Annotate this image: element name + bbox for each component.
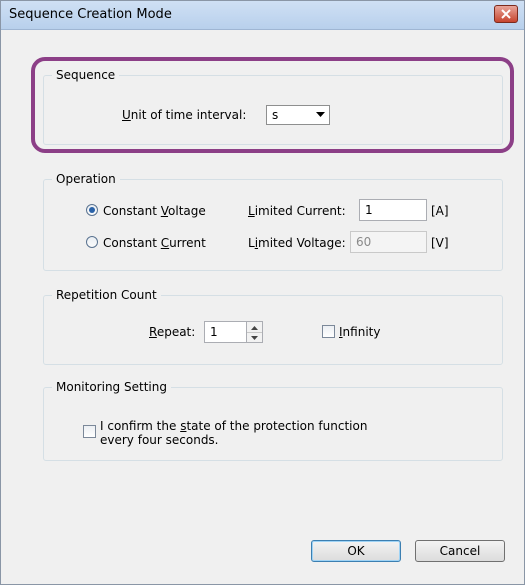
operation-group-title: Operation (52, 172, 120, 186)
title-bar: Sequence Creation Mode (1, 1, 524, 30)
ok-button[interactable]: OK (311, 540, 401, 562)
limited-voltage-label: Limited Voltage: (248, 236, 346, 250)
monitoring-checkbox[interactable] (83, 425, 96, 438)
repetition-group-title: Repetition Count (52, 288, 161, 302)
infinity-label[interactable]: Infinity (339, 325, 380, 339)
monitoring-label-line1[interactable]: I confirm the state of the protection fu… (100, 419, 367, 433)
close-icon (501, 9, 511, 19)
constant-current-label[interactable]: Constant Current (103, 236, 206, 250)
repetition-group: Repetition Count (43, 288, 503, 365)
close-button[interactable] (494, 5, 518, 23)
limited-current-input[interactable]: 1 (359, 199, 427, 221)
repeat-spinner[interactable] (246, 321, 263, 343)
operation-group: Operation (43, 172, 503, 271)
infinity-checkbox[interactable] (322, 325, 335, 338)
cancel-button[interactable]: Cancel (415, 540, 505, 562)
limited-current-unit: [A] (431, 204, 449, 218)
limited-voltage-unit: [V] (431, 236, 449, 250)
repeat-label: Repeat: (149, 325, 196, 339)
limited-current-label: Limited Current: (248, 204, 346, 218)
sequence-highlight-frame (31, 57, 514, 153)
constant-voltage-label[interactable]: Constant Voltage (103, 204, 206, 218)
monitoring-label-line2[interactable]: every four seconds. (100, 433, 219, 447)
spin-down-button[interactable] (247, 332, 262, 342)
caret-down-icon (251, 336, 258, 340)
constant-voltage-radio[interactable] (86, 204, 98, 216)
dialog-window: Sequence Creation Mode Sequence Unit of … (0, 0, 525, 585)
constant-current-radio[interactable] (86, 236, 98, 248)
limited-voltage-input: 60 (350, 231, 427, 253)
repeat-input[interactable]: 1 (204, 321, 247, 343)
window-title: Sequence Creation Mode (9, 7, 172, 22)
monitoring-group-title: Monitoring Setting (52, 380, 171, 394)
